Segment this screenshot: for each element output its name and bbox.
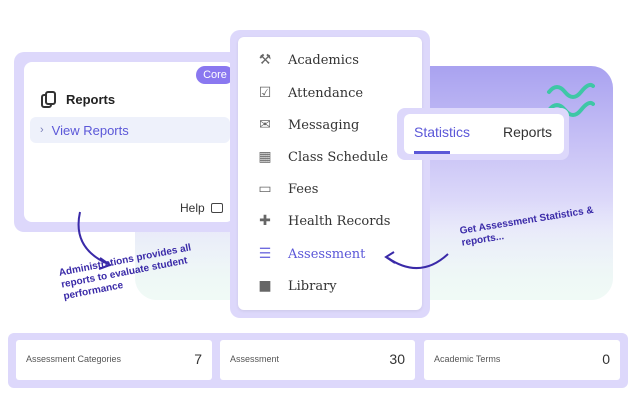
help-button[interactable]: Help [180,201,223,215]
calendar-icon: ▦ [258,149,272,165]
menu-item-label: Academics [288,52,359,68]
core-badge: Core [196,66,234,84]
active-tab-indicator [414,151,450,154]
chat-icon [210,203,223,213]
checkbox-icon: ☑ [258,85,272,101]
menu-item-assessment[interactable]: ☰ Assessment [256,246,366,262]
copy-icon [40,90,58,108]
stat-value: 30 [389,351,405,367]
stat-academic-terms: Academic Terms 0 [424,340,620,380]
document-icon: ☰ [258,246,272,262]
curved-arrow-right [384,251,449,270]
health-plus-icon: ✚ [259,213,271,229]
menu-item-label: Class Schedule [288,149,389,165]
reports-title: Reports [66,91,116,107]
cash-icon: ▭ [258,181,272,197]
menu-item-label: Fees [288,181,319,197]
menu-item-label: Assessment [288,246,366,262]
tab-reports[interactable]: Reports [503,124,552,140]
menu-item-class-schedule[interactable]: ▦ Class Schedule [256,149,388,165]
stat-label: Assessment Categories [26,354,122,364]
stat-assessment: Assessment 30 [220,340,415,380]
menu-item-label: Library [288,278,337,294]
stat-label: Assessment [230,354,280,364]
wrench-icon: ⚒ [258,52,272,68]
stat-value: 7 [194,351,202,367]
menu-item-label: Messaging [288,117,360,133]
menu-item-academics[interactable]: ⚒ Academics [256,52,359,68]
help-label: Help [180,201,205,215]
reports-header: Reports [40,90,115,108]
menu-item-library[interactable]: ■ Library [256,278,337,294]
stat-value: 0 [602,351,610,367]
view-reports-item[interactable]: › View Reports [30,117,230,143]
menu-item-fees[interactable]: ▭ Fees [256,181,318,197]
stat-assessment-categories: Assessment Categories 7 [16,340,212,380]
menu-item-health-records[interactable]: ✚ Health Records [256,213,390,229]
menu-item-label: Attendance [288,85,364,101]
menu-item-attendance[interactable]: ☑ Attendance [256,85,363,101]
stat-label: Academic Terms [434,354,501,364]
menu-item-messaging[interactable]: ✉ Messaging [256,117,359,133]
book-icon: ■ [258,278,272,294]
stage: Core Reports › View Reports Help ⚒ Acade… [0,0,636,400]
envelope-icon: ✉ [259,117,271,133]
tab-statistics[interactable]: Statistics [414,124,470,140]
chevron-right-icon: › [40,124,44,136]
menu-item-label: Health Records [288,213,391,229]
view-reports-label: View Reports [51,122,129,138]
